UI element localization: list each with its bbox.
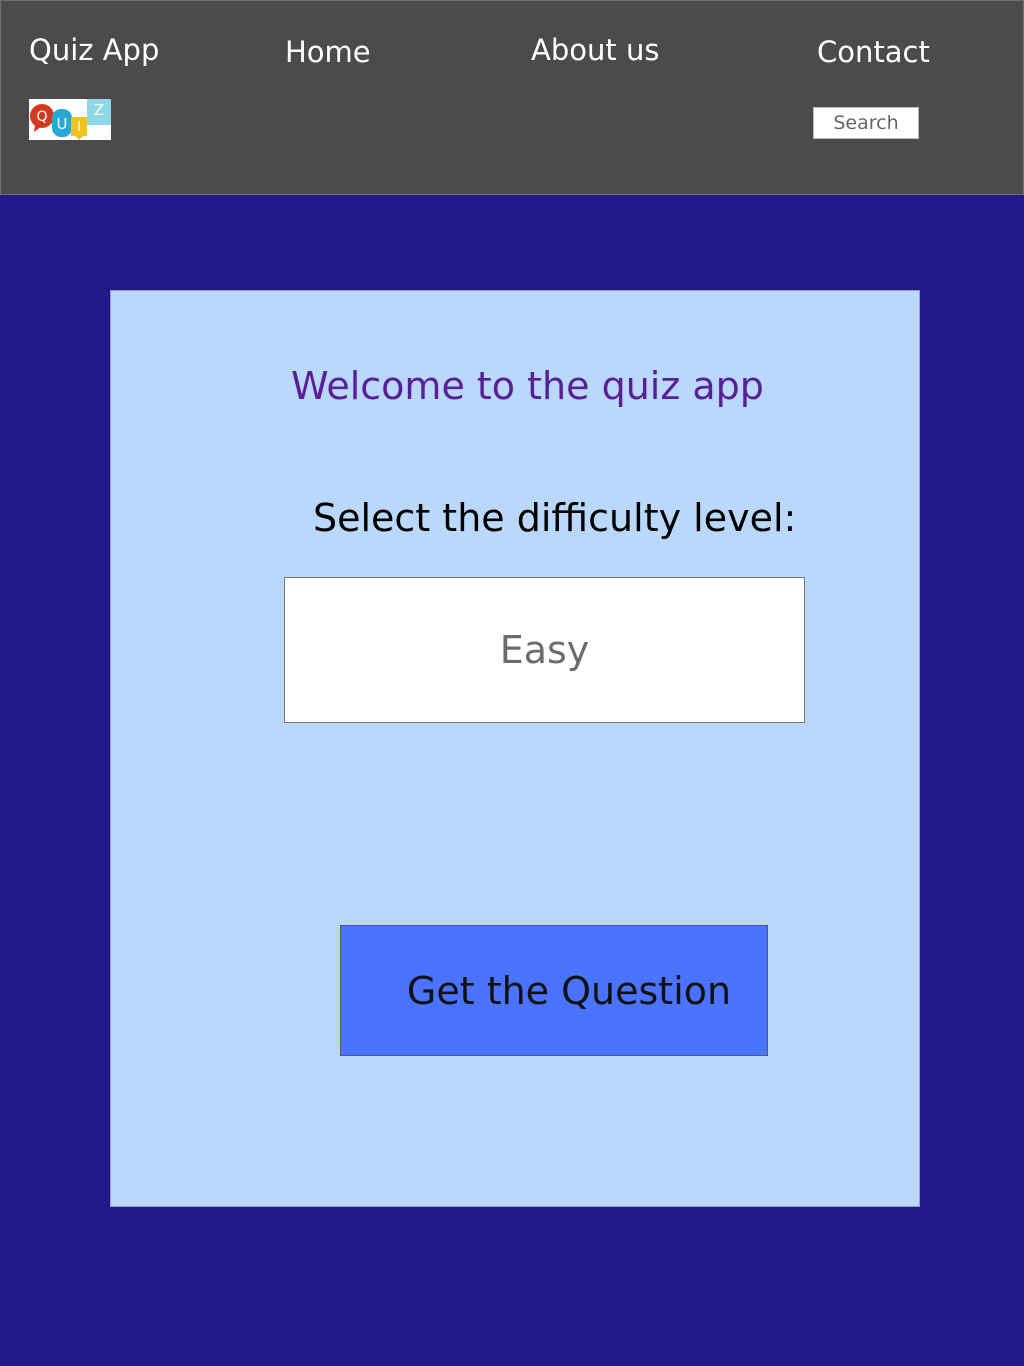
get-question-button-label: Get the Question [406, 968, 732, 1013]
logo-letter-z: Z [94, 101, 104, 119]
quiz-logo-icon: Q U I Z [29, 99, 111, 140]
app-title: Quiz App [29, 33, 160, 67]
search-input[interactable] [813, 107, 919, 139]
difficulty-select[interactable]: Easy [284, 577, 805, 723]
logo-letter-i: I [77, 120, 81, 135]
nav-home-link[interactable]: Home [285, 38, 371, 67]
difficulty-selected-value: Easy [499, 628, 590, 672]
welcome-heading: Welcome to the quiz app [291, 364, 764, 408]
quiz-start-card: Welcome to the quiz app Select the diffi… [110, 290, 920, 1207]
quiz-logo: Q U I Z [29, 99, 111, 140]
logo-letter-u: U [57, 115, 68, 133]
top-header: Quiz App Home About us Contact Q U I Z [0, 0, 1024, 195]
difficulty-label: Select the difficulty level: [313, 496, 797, 540]
get-question-button[interactable]: Get the Question [340, 925, 768, 1056]
logo-letter-q: Q [36, 109, 47, 125]
nav-contact-link[interactable]: Contact [817, 38, 930, 67]
nav-about-link[interactable]: About us [531, 36, 659, 65]
